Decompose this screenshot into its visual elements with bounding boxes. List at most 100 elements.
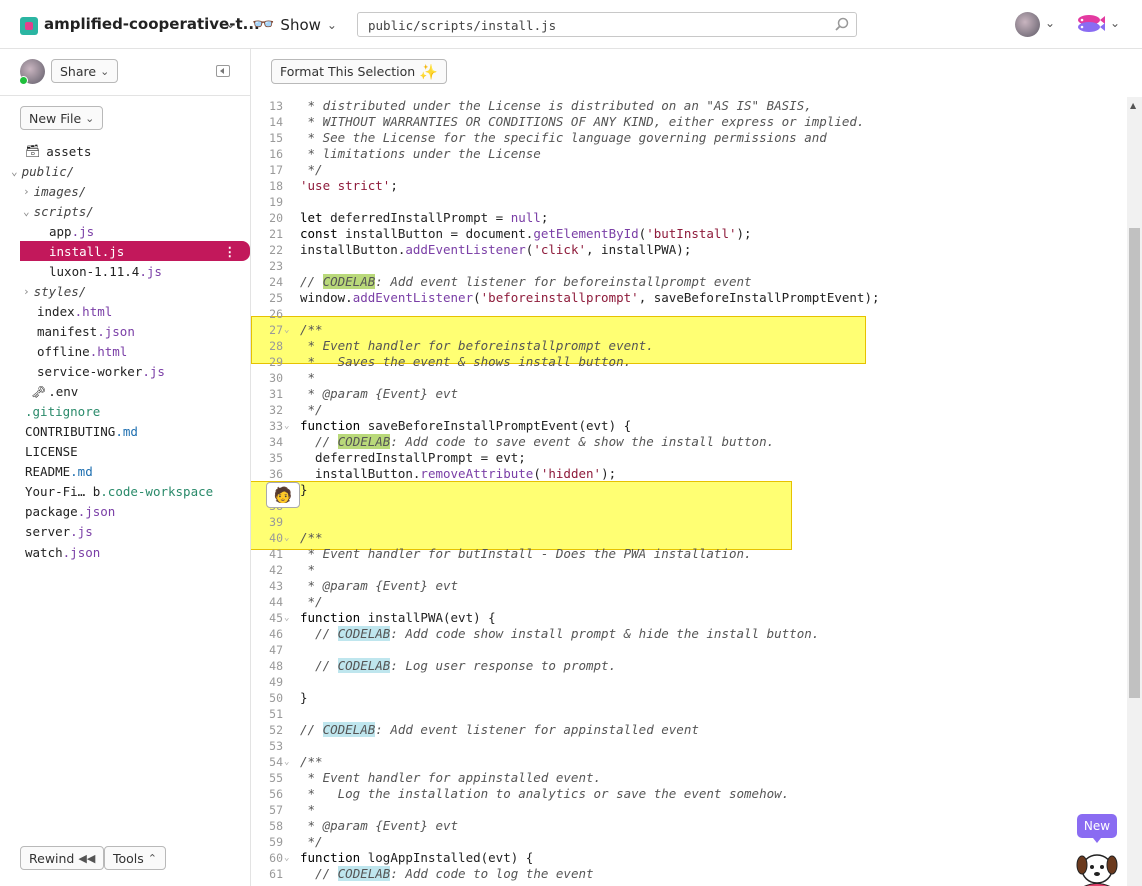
folder-item[interactable]: › images/	[23, 181, 86, 201]
new-file-button[interactable]: New File ⌄	[20, 106, 104, 130]
fold-toggle-icon[interactable]: ⌄	[284, 322, 289, 338]
file-item[interactable]: package .json	[25, 502, 115, 522]
code-line[interactable]: 51	[251, 706, 1129, 722]
file-path-search-input[interactable]: public/scripts/install.js	[357, 12, 857, 37]
code-line[interactable]: 23	[251, 258, 1129, 274]
code-line[interactable]: 16 * limitations under the License	[251, 146, 1129, 162]
code-line[interactable]: 22 installButton.addEventListener('click'…	[251, 242, 1129, 258]
scroll-up-arrow-icon[interactable]: ▲	[1130, 101, 1136, 110]
file-item[interactable]: luxon-1.11.4 .js	[49, 261, 162, 281]
file-item[interactable]: manifest .json	[37, 321, 135, 341]
code-line[interactable]: 38	[251, 498, 1129, 514]
code-line[interactable]: 48 // CODELAB: Log user response to prom…	[251, 658, 1129, 674]
code-line[interactable]: 61 // CODELAB: Add code to log the event	[251, 866, 1129, 882]
code-line[interactable]: 56 * Log the installation to analytics o…	[251, 786, 1129, 802]
fold-toggle-icon[interactable]: ⌄	[284, 530, 289, 546]
code-line[interactable]: 34 // CODELAB: Add code to save event & …	[251, 434, 1129, 450]
code-line[interactable]: 55 * Event handler for appinstalled even…	[251, 770, 1129, 786]
code-line[interactable]: 33 ⌄ function saveBeforeInstallPromptEvent…	[251, 418, 1129, 434]
file-item[interactable]: LICENSE	[25, 442, 78, 462]
code-line[interactable]: 57 *	[251, 802, 1129, 818]
code-line[interactable]: 27 ⌄ /**	[251, 322, 1129, 338]
file-item[interactable]: index .html	[37, 301, 112, 321]
chevron-down-icon[interactable]: ⌄	[1110, 16, 1120, 30]
code-line[interactable]: 60 ⌄ function logAppInstalled(evt) {	[251, 850, 1129, 866]
code-line[interactable]: 41 * Event handler for butInstall - Does…	[251, 546, 1129, 562]
chevron-down-icon[interactable]: ⌄	[225, 17, 236, 32]
code-line[interactable]: 32 */	[251, 402, 1129, 418]
file-item[interactable]: README .md	[25, 462, 93, 482]
code-line[interactable]: 21 const installButton = document.getElem…	[251, 226, 1129, 242]
glitch-fish-logo-icon[interactable]	[1074, 12, 1106, 36]
more-options-icon[interactable]: ⋮	[224, 244, 237, 259]
file-item[interactable]: .gitignore	[25, 402, 100, 422]
code-line[interactable]: 49	[251, 674, 1129, 690]
code-line[interactable]: 28 * Event handler for beforeinstallprom…	[251, 338, 1129, 354]
code-line[interactable]: 44 */	[251, 594, 1129, 610]
code-line[interactable]: 20 let deferredInstallPrompt = null;	[251, 210, 1129, 226]
user-avatar[interactable]	[1015, 12, 1040, 37]
tools-button[interactable]: Tools ⌃	[104, 846, 167, 870]
code-line[interactable]: 19	[251, 194, 1129, 210]
code-line[interactable]: 18 'use strict';	[251, 178, 1129, 194]
folder-item[interactable]: › styles/	[23, 281, 86, 301]
scrollbar-thumb[interactable]	[1129, 228, 1140, 698]
file-item[interactable]: watch .json	[25, 542, 100, 562]
assets-folder-item[interactable]: 🗃 assets	[25, 141, 91, 161]
file-item[interactable]: CONTRIBUTING .md	[25, 422, 138, 442]
code-line[interactable]: 17 */	[251, 162, 1129, 178]
code-line[interactable]: 43 * @param {Event} evt	[251, 578, 1129, 594]
code-editor[interactable]: Format This Selection ✨ 13 * distributed…	[251, 49, 1142, 886]
file-item[interactable]: Your-Fi… b .code-workspace	[25, 482, 213, 502]
share-button[interactable]: Share ⌄	[51, 59, 119, 83]
folder-item[interactable]: ⌄ scripts/	[23, 201, 94, 221]
code-line[interactable]: 58 * @param {Event} evt	[251, 818, 1129, 834]
code-line[interactable]: 59 */	[251, 834, 1129, 850]
project-logo-icon[interactable]	[20, 17, 38, 35]
code-line[interactable]: 26	[251, 306, 1129, 322]
code-line[interactable]: 50}	[251, 690, 1129, 706]
code-line[interactable]: 29 * Saves the event & shows install but…	[251, 354, 1129, 370]
file-item[interactable]: install .js ⋮	[20, 241, 250, 262]
fold-toggle-icon[interactable]: ⌄	[284, 754, 289, 770]
code-line[interactable]: 15 * See the License for the specific la…	[251, 130, 1129, 146]
fold-toggle-icon[interactable]: ⌄	[284, 850, 289, 866]
file-item[interactable]: offline .html	[37, 342, 127, 362]
code-line[interactable]: 47	[251, 642, 1129, 658]
collapse-sidebar-icon[interactable]	[216, 65, 230, 77]
collaborator-cursor-icon[interactable]: 🧑	[266, 482, 300, 508]
code-token: //	[315, 626, 338, 641]
fold-toggle-icon[interactable]: ⌄	[284, 418, 289, 434]
code-line[interactable]: 39	[251, 514, 1129, 530]
file-item[interactable]: app .js	[49, 221, 94, 241]
dog-mascot-icon[interactable]	[1069, 843, 1125, 886]
code-line[interactable]: 37}	[251, 482, 1129, 498]
file-item[interactable]: service-worker .js	[37, 362, 165, 382]
new-badge[interactable]: New	[1077, 814, 1117, 843]
code-line[interactable]: 45 ⌄ function installPWA(evt) {	[251, 610, 1129, 626]
code-line[interactable]: 35 deferredInstallPrompt = evt;	[251, 450, 1129, 466]
code-line[interactable]: 14 * WITHOUT WARRANTIES OR CONDITIONS OF…	[251, 114, 1129, 130]
code-line[interactable]: 42 *	[251, 562, 1129, 578]
code-line[interactable]: 31 * @param {Event} evt	[251, 386, 1129, 402]
search-icon[interactable]	[834, 16, 850, 32]
code-line[interactable]: 36 installButton.removeAttribute('hidden…	[251, 466, 1129, 482]
env-file-item[interactable]: 🗝 .env	[31, 382, 78, 402]
chevron-down-icon[interactable]: ⌄	[1045, 16, 1055, 30]
code-line[interactable]: 54 ⌄ /**	[251, 754, 1129, 770]
folder-item[interactable]: ⌄ public/	[11, 161, 74, 181]
format-selection-button[interactable]: Format This Selection ✨	[271, 59, 447, 84]
code-line[interactable]: 53	[251, 738, 1129, 754]
code-line[interactable]: 52 // CODELAB: Add event listener for app…	[251, 722, 1129, 738]
rewind-button[interactable]: Rewind ◀◀	[20, 846, 105, 870]
line-number: 16	[269, 147, 283, 161]
code-line[interactable]: 30 *	[251, 370, 1129, 386]
file-item[interactable]: server .js	[25, 522, 93, 542]
show-button[interactable]: 👓 Show ⌄	[252, 14, 337, 35]
fold-toggle-icon[interactable]: ⌄	[284, 610, 289, 626]
code-line[interactable]: 40 ⌄ /**	[251, 530, 1129, 546]
code-line[interactable]: 46 // CODELAB: Add code show install pro…	[251, 626, 1129, 642]
code-line[interactable]: 25 window.addEventListener('beforeinstall…	[251, 290, 1129, 306]
code-line[interactable]: 13 * distributed under the License is di…	[251, 98, 1129, 114]
code-line[interactable]: 24 // CODELAB: Add event listener for bef…	[251, 274, 1129, 290]
